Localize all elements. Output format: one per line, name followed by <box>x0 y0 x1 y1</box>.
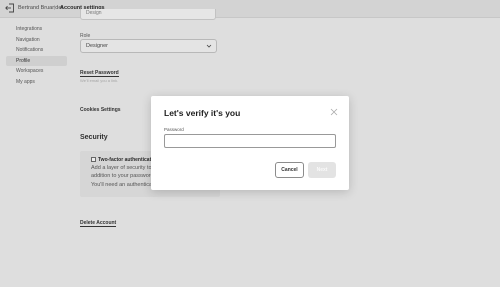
sidebar-item-profile[interactable]: Profile <box>6 55 67 66</box>
breadcrumb-separator: | <box>54 5 56 11</box>
cookies-settings-link[interactable]: Cookies Settings <box>80 107 121 113</box>
close-icon[interactable] <box>330 108 338 116</box>
sidebar: Integrations Navigation Notifications Pr… <box>6 24 67 87</box>
password-field[interactable] <box>164 134 336 148</box>
cancel-button[interactable]: Cancel <box>275 162 304 178</box>
sidebar-item-notifications[interactable]: Notifications <box>6 45 67 56</box>
two-factor-title: Two-factor authentication <box>98 156 159 163</box>
role-select[interactable]: Designer <box>80 39 217 53</box>
two-factor-description-line2: addition to your password <box>91 173 151 179</box>
next-button[interactable]: Next <box>308 162 336 178</box>
two-factor-description-line1: Add a layer of security to your account <box>91 165 151 171</box>
top-bar: Bertrand Bruandet | Account settings <box>0 0 500 18</box>
department-select[interactable]: Design <box>80 9 216 20</box>
sidebar-item-workspaces[interactable]: Workspaces <box>6 66 67 77</box>
delete-account-link[interactable]: Delete Account <box>80 220 117 227</box>
two-factor-checkbox[interactable] <box>91 157 96 162</box>
role-value: Designer <box>86 43 109 49</box>
dialog-title: Let's verify it's you <box>164 108 241 118</box>
two-factor-note: You'll need an authenticator app <box>91 182 151 188</box>
verify-dialog: Let's verify it's you Password Cancel Ne… <box>151 96 349 190</box>
sidebar-item-integrations[interactable]: Integrations <box>6 24 67 35</box>
security-heading: Security <box>80 134 108 141</box>
sidebar-item-my-apps[interactable]: My apps <box>6 77 67 88</box>
reset-password-link[interactable]: Reset Password <box>80 70 119 77</box>
breadcrumb-user[interactable]: Bertrand Bruandet <box>18 4 63 12</box>
sidebar-item-navigation[interactable]: Navigation <box>6 35 67 46</box>
password-label: Password <box>164 127 184 132</box>
chevron-down-icon <box>206 44 212 48</box>
reset-password-help: We'll email you a link. <box>80 78 119 83</box>
two-factor-description: Add a layer of security to your account … <box>91 164 151 180</box>
exit-icon[interactable] <box>5 3 15 13</box>
